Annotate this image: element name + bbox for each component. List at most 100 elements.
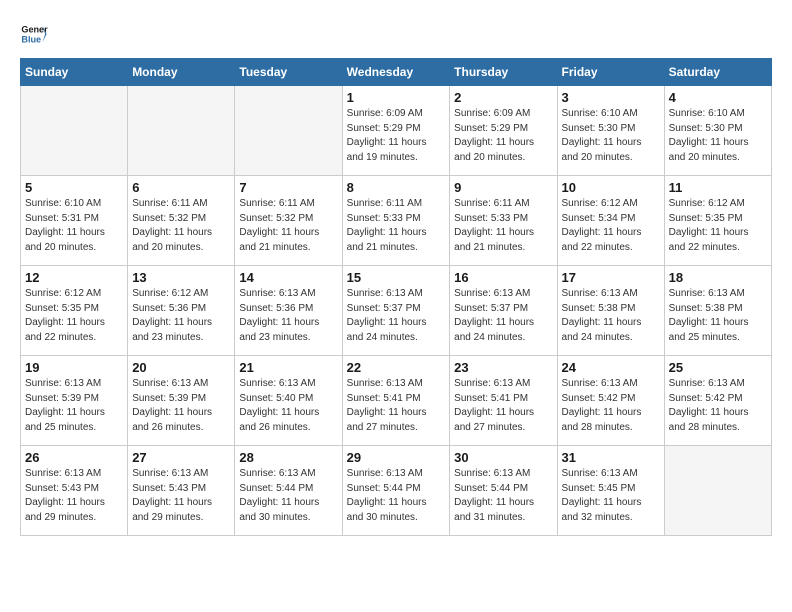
day-info: Sunrise: 6:13 AM Sunset: 5:36 PM Dayligh… (239, 287, 337, 345)
day-number: 6 (132, 180, 230, 195)
day-info: Sunrise: 6:13 AM Sunset: 5:43 PM Dayligh… (25, 467, 123, 525)
day-number: 18 (669, 270, 767, 285)
day-number: 20 (132, 360, 230, 375)
calendar-cell: 22 Sunrise: 6:13 AM Sunset: 5:41 PM Dayli… (342, 356, 450, 446)
day-info: Sunrise: 6:09 AM Sunset: 5:29 PM Dayligh… (347, 107, 446, 165)
day-number: 27 (132, 450, 230, 465)
day-info: Sunrise: 6:13 AM Sunset: 5:42 PM Dayligh… (669, 377, 767, 435)
calendar-cell: 27 Sunrise: 6:13 AM Sunset: 5:43 PM Dayli… (128, 446, 235, 536)
day-info: Sunrise: 6:11 AM Sunset: 5:33 PM Dayligh… (347, 197, 446, 255)
day-info: Sunrise: 6:12 AM Sunset: 5:36 PM Dayligh… (132, 287, 230, 345)
day-info: Sunrise: 6:13 AM Sunset: 5:39 PM Dayligh… (25, 377, 123, 435)
day-number: 16 (454, 270, 552, 285)
day-number: 19 (25, 360, 123, 375)
calendar-cell: 11 Sunrise: 6:12 AM Sunset: 5:35 PM Dayli… (664, 176, 771, 266)
logo: General Blue (20, 20, 52, 48)
calendar-cell (235, 86, 342, 176)
calendar-header-row: SundayMondayTuesdayWednesdayThursdayFrid… (21, 59, 772, 86)
calendar-cell: 4 Sunrise: 6:10 AM Sunset: 5:30 PM Daylig… (664, 86, 771, 176)
weekday-header: Sunday (21, 59, 128, 86)
calendar-cell: 24 Sunrise: 6:13 AM Sunset: 5:42 PM Dayli… (557, 356, 664, 446)
day-number: 26 (25, 450, 123, 465)
calendar-cell: 7 Sunrise: 6:11 AM Sunset: 5:32 PM Daylig… (235, 176, 342, 266)
calendar-cell: 18 Sunrise: 6:13 AM Sunset: 5:38 PM Dayli… (664, 266, 771, 356)
calendar-cell: 14 Sunrise: 6:13 AM Sunset: 5:36 PM Dayli… (235, 266, 342, 356)
calendar-week-row: 12 Sunrise: 6:12 AM Sunset: 5:35 PM Dayli… (21, 266, 772, 356)
calendar-week-row: 1 Sunrise: 6:09 AM Sunset: 5:29 PM Daylig… (21, 86, 772, 176)
weekday-header: Thursday (450, 59, 557, 86)
day-info: Sunrise: 6:12 AM Sunset: 5:35 PM Dayligh… (669, 197, 767, 255)
day-info: Sunrise: 6:12 AM Sunset: 5:35 PM Dayligh… (25, 287, 123, 345)
calendar: SundayMondayTuesdayWednesdayThursdayFrid… (20, 58, 772, 536)
calendar-cell: 31Sunrise: 6:13 AM Sunset: 5:45 PM Dayli… (557, 446, 664, 536)
day-number: 22 (347, 360, 446, 375)
weekday-header: Saturday (664, 59, 771, 86)
day-number: 25 (669, 360, 767, 375)
calendar-cell: 16 Sunrise: 6:13 AM Sunset: 5:37 PM Dayli… (450, 266, 557, 356)
day-info: Sunrise: 6:13 AM Sunset: 5:44 PM Dayligh… (347, 467, 446, 525)
weekday-header: Wednesday (342, 59, 450, 86)
day-number: 23 (454, 360, 552, 375)
calendar-cell (664, 446, 771, 536)
svg-text:Blue: Blue (21, 34, 41, 44)
day-number: 31 (562, 450, 660, 465)
calendar-cell: 1 Sunrise: 6:09 AM Sunset: 5:29 PM Daylig… (342, 86, 450, 176)
day-info: Sunrise: 6:10 AM Sunset: 5:30 PM Dayligh… (669, 107, 767, 165)
calendar-cell: 6Sunrise: 6:11 AM Sunset: 5:32 PM Daylig… (128, 176, 235, 266)
day-number: 5 (25, 180, 123, 195)
day-number: 2 (454, 90, 552, 105)
day-info: Sunrise: 6:13 AM Sunset: 5:42 PM Dayligh… (562, 377, 660, 435)
day-info: Sunrise: 6:13 AM Sunset: 5:39 PM Dayligh… (132, 377, 230, 435)
calendar-week-row: 5 Sunrise: 6:10 AM Sunset: 5:31 PM Daylig… (21, 176, 772, 266)
day-info: Sunrise: 6:09 AM Sunset: 5:29 PM Dayligh… (454, 107, 552, 165)
day-info: Sunrise: 6:11 AM Sunset: 5:33 PM Dayligh… (454, 197, 552, 255)
day-info: Sunrise: 6:13 AM Sunset: 5:44 PM Dayligh… (454, 467, 552, 525)
day-number: 29 (347, 450, 446, 465)
day-info: Sunrise: 6:13 AM Sunset: 5:41 PM Dayligh… (347, 377, 446, 435)
weekday-header: Tuesday (235, 59, 342, 86)
calendar-cell: 9 Sunrise: 6:11 AM Sunset: 5:33 PM Daylig… (450, 176, 557, 266)
calendar-cell: 29 Sunrise: 6:13 AM Sunset: 5:44 PM Dayli… (342, 446, 450, 536)
weekday-header: Friday (557, 59, 664, 86)
day-info: Sunrise: 6:13 AM Sunset: 5:37 PM Dayligh… (347, 287, 446, 345)
day-number: 3 (562, 90, 660, 105)
day-number: 12 (25, 270, 123, 285)
day-info: Sunrise: 6:13 AM Sunset: 5:44 PM Dayligh… (239, 467, 337, 525)
day-number: 4 (669, 90, 767, 105)
calendar-cell: 3Sunrise: 6:10 AM Sunset: 5:30 PM Daylig… (557, 86, 664, 176)
day-number: 24 (562, 360, 660, 375)
day-info: Sunrise: 6:13 AM Sunset: 5:40 PM Dayligh… (239, 377, 337, 435)
day-info: Sunrise: 6:13 AM Sunset: 5:38 PM Dayligh… (669, 287, 767, 345)
day-number: 10 (562, 180, 660, 195)
day-number: 14 (239, 270, 337, 285)
day-info: Sunrise: 6:10 AM Sunset: 5:31 PM Dayligh… (25, 197, 123, 255)
calendar-cell: 8 Sunrise: 6:11 AM Sunset: 5:33 PM Daylig… (342, 176, 450, 266)
calendar-cell: 28 Sunrise: 6:13 AM Sunset: 5:44 PM Dayli… (235, 446, 342, 536)
day-number: 1 (347, 90, 446, 105)
day-number: 8 (347, 180, 446, 195)
day-number: 9 (454, 180, 552, 195)
calendar-cell: 2 Sunrise: 6:09 AM Sunset: 5:29 PM Daylig… (450, 86, 557, 176)
calendar-cell: 5 Sunrise: 6:10 AM Sunset: 5:31 PM Daylig… (21, 176, 128, 266)
day-number: 11 (669, 180, 767, 195)
day-number: 17 (562, 270, 660, 285)
day-info: Sunrise: 6:13 AM Sunset: 5:41 PM Dayligh… (454, 377, 552, 435)
day-number: 21 (239, 360, 337, 375)
day-number: 28 (239, 450, 337, 465)
calendar-cell: 15 Sunrise: 6:13 AM Sunset: 5:37 PM Dayli… (342, 266, 450, 356)
day-number: 30 (454, 450, 552, 465)
day-number: 15 (347, 270, 446, 285)
calendar-cell: 13Sunrise: 6:12 AM Sunset: 5:36 PM Dayli… (128, 266, 235, 356)
calendar-cell: 12 Sunrise: 6:12 AM Sunset: 5:35 PM Dayli… (21, 266, 128, 356)
calendar-cell: 25 Sunrise: 6:13 AM Sunset: 5:42 PM Dayli… (664, 356, 771, 446)
day-info: Sunrise: 6:13 AM Sunset: 5:43 PM Dayligh… (132, 467, 230, 525)
calendar-cell: 10Sunrise: 6:12 AM Sunset: 5:34 PM Dayli… (557, 176, 664, 266)
day-info: Sunrise: 6:13 AM Sunset: 5:38 PM Dayligh… (562, 287, 660, 345)
day-info: Sunrise: 6:11 AM Sunset: 5:32 PM Dayligh… (239, 197, 337, 255)
calendar-cell: 17 Sunrise: 6:13 AM Sunset: 5:38 PM Dayli… (557, 266, 664, 356)
calendar-week-row: 26 Sunrise: 6:13 AM Sunset: 5:43 PM Dayli… (21, 446, 772, 536)
day-number: 7 (239, 180, 337, 195)
day-info: Sunrise: 6:13 AM Sunset: 5:37 PM Dayligh… (454, 287, 552, 345)
calendar-cell: 20 Sunrise: 6:13 AM Sunset: 5:39 PM Dayli… (128, 356, 235, 446)
header: General Blue (20, 20, 772, 48)
